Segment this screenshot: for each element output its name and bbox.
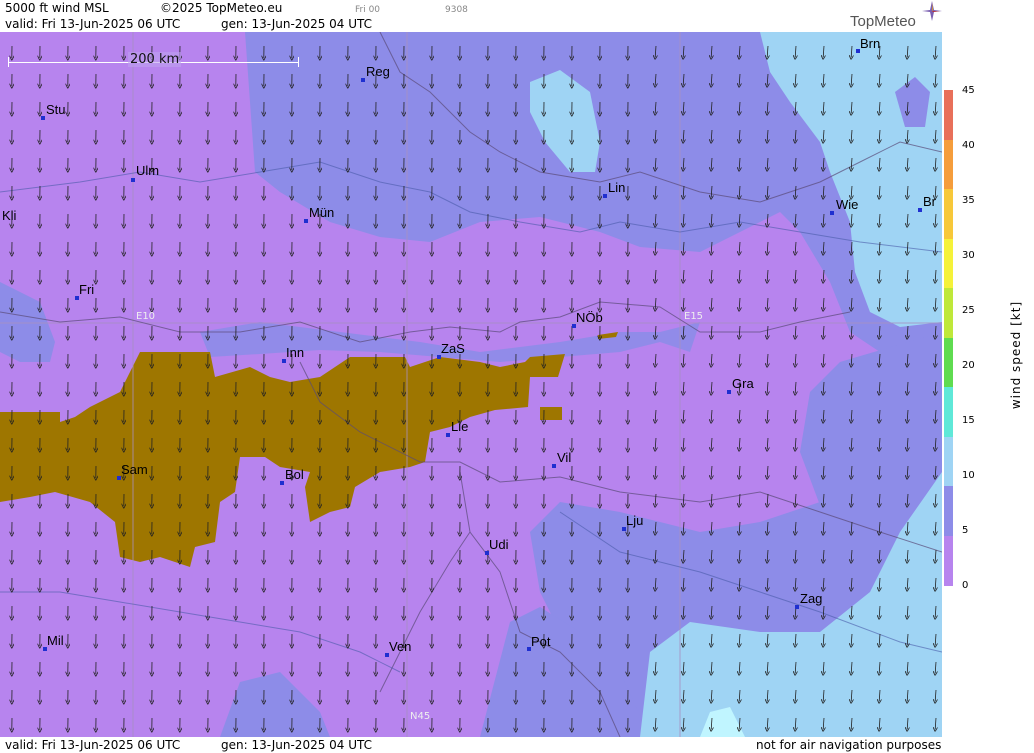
city-marker [830,211,834,215]
legend-tick-label: 40 [962,140,975,151]
city-label: Wie [836,197,859,212]
wind-map[interactable]: 200 km E10 E15 N45 Brn Reg Stu Ulm Kli M… [0,32,942,737]
city-marker [280,481,284,485]
city-label: ZaS [441,341,465,356]
grid-label-n45: N45 [410,711,431,722]
wind-map-canvas [0,32,942,737]
legend-swatch [944,486,953,536]
city-marker [795,605,799,609]
legend-swatch [944,139,953,190]
city-label: Ven [389,639,412,654]
product-title: 5000 ft wind MSL [5,1,109,15]
city-marker [727,390,731,394]
copyright: ©2025 TopMeteo.eu [160,1,283,15]
scale-bar: 200 km [8,52,300,70]
city-label: Mün [309,205,335,220]
legend-tick-label: 0 [962,580,969,591]
city-label: Ulm [136,163,160,178]
city-label: Lin [608,180,626,195]
frame-label: Fri 00 [355,5,381,15]
legend-tick-label: 15 [962,415,975,426]
legend-swatch [944,337,953,388]
city-label: Reg [366,64,390,79]
legend-swatch [944,90,953,140]
city-marker [446,433,450,437]
city-label: Lju [626,513,644,528]
city-marker [131,178,135,182]
city-label: Sam [121,462,148,477]
city-marker [918,208,922,212]
frame-code: 9308 [445,5,468,15]
city-label: Br [923,194,936,209]
city-label: Gra [732,376,754,391]
city-label: Stu [46,102,66,117]
topmeteo-logo-icon [922,1,942,21]
legend-tick-label: 45 [962,85,975,96]
footer-disclaimer: not for air navigation purposes [756,738,942,752]
grid-label-e15: E15 [684,311,704,322]
legend-swatch [944,535,953,586]
city-label: Kli [2,208,17,223]
legend-swatch [944,189,953,239]
city-label: Inn [286,345,305,360]
legend-tick-label: 30 [962,250,975,261]
city-label: Fri [79,282,95,297]
city-label: Pot [531,634,551,649]
city-label: Lie [451,419,469,434]
footer: valid: Fri 13-Jun-2025 06 UTC gen: 13-Ju… [0,737,1034,753]
legend-swatch [944,436,953,487]
city-label: Udi [489,537,509,552]
legend-swatch [944,387,953,437]
legend-tick-label: 25 [962,305,975,316]
legend-swatch [944,238,953,289]
grid-label-e10: E10 [136,311,156,322]
city-label: NÖb [576,310,603,325]
footer-valid-time: valid: Fri 13-Jun-2025 06 UTC [5,738,181,752]
city-label: Vil [557,450,572,465]
legend-tick-label: 10 [962,470,975,481]
footer-generation-time: gen: 13-Jun-2025 04 UTC [221,738,373,752]
city-marker [361,78,365,82]
city-marker [552,464,556,468]
city-label: Bol [285,467,304,482]
legend-swatch [944,288,953,338]
city-marker [41,116,45,120]
city-label: Mil [47,633,64,648]
legend-tick-label: 35 [962,195,975,206]
city-marker [603,194,607,198]
city-marker [304,219,308,223]
legend-tick-label: 5 [962,525,969,536]
scale-label: 200 km [128,52,182,67]
terrain-patch-east [540,407,562,420]
city-label: Zag [800,591,823,606]
generation-time: gen: 13-Jun-2025 04 UTC [221,17,373,31]
valid-time: valid: Fri 13-Jun-2025 06 UTC [5,17,181,31]
legend-tick-label: 20 [962,360,975,371]
legend-title: wind speed [kt] [1009,300,1023,410]
brand-name: TopMeteo [850,13,916,30]
city-label: Brn [860,36,881,51]
